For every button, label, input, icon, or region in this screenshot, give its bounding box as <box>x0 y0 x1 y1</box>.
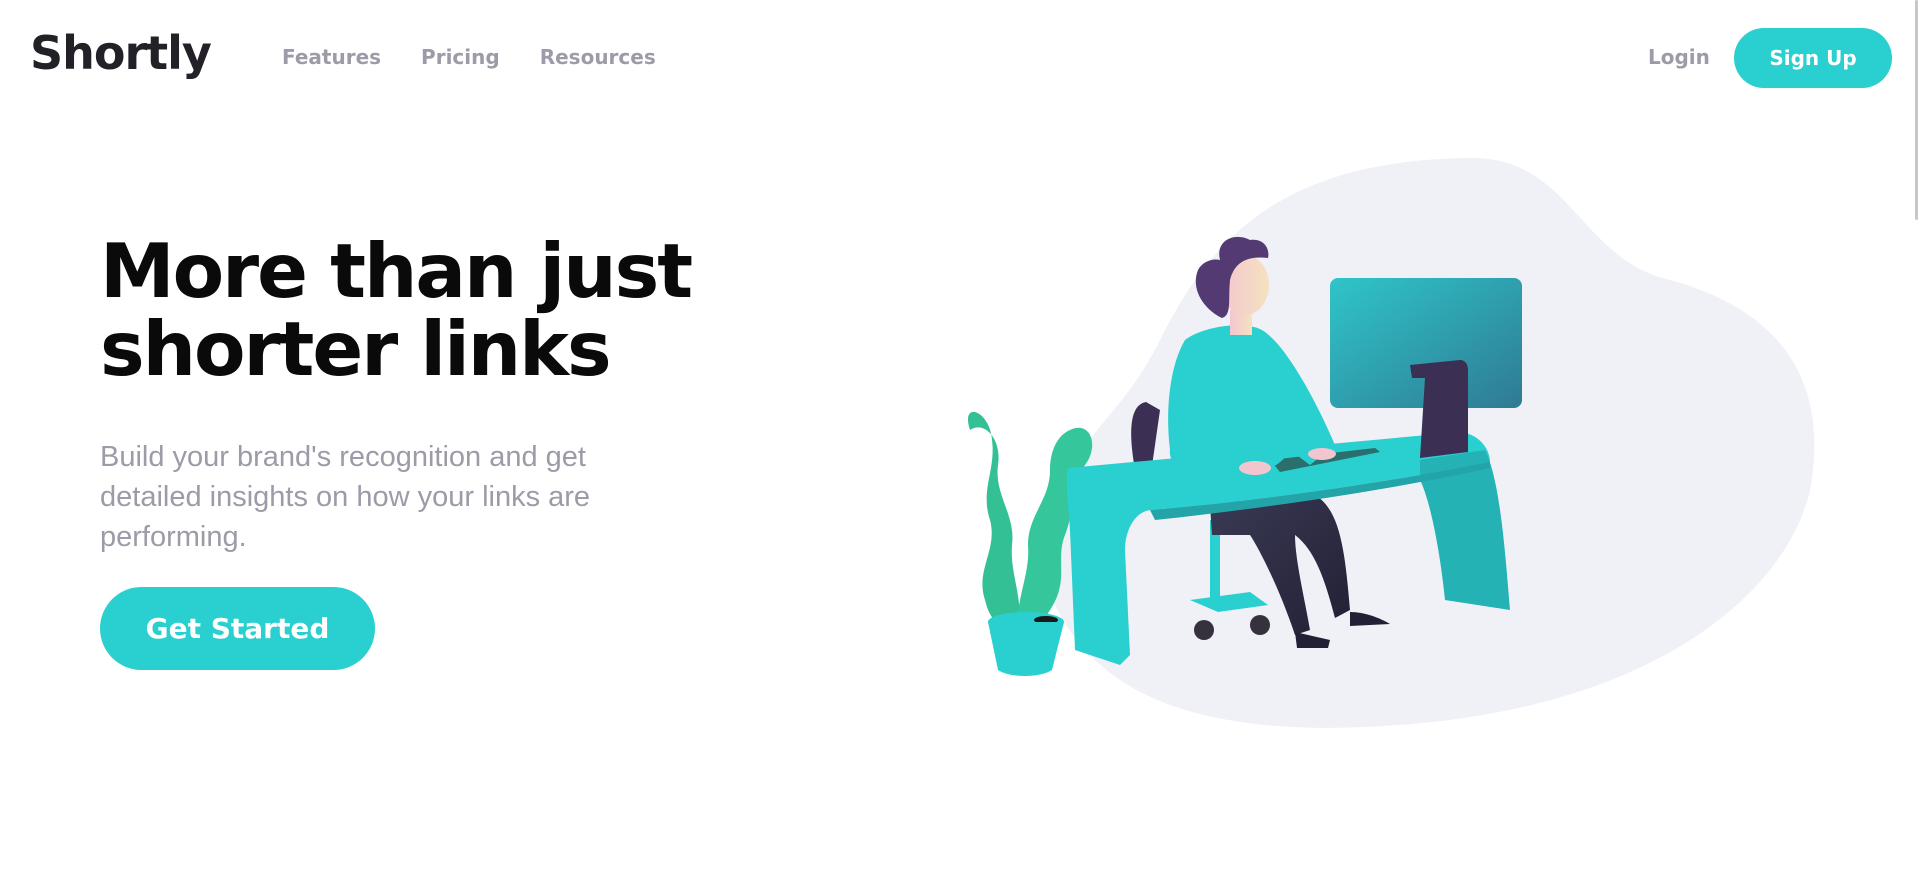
landing-page: Shortly Features Pricing Resources Login… <box>0 0 1920 873</box>
person-hand-left-shape <box>1239 461 1271 475</box>
person-hand-right-shape <box>1308 448 1336 460</box>
nav-link-resources[interactable]: Resources <box>540 45 656 69</box>
main-nav: Features Pricing Resources <box>282 45 656 69</box>
chair-wheel-left-shape <box>1194 620 1214 640</box>
signup-button[interactable]: Sign Up <box>1734 28 1892 88</box>
page-scrollbar[interactable] <box>1915 0 1918 220</box>
plant-leaf-left-shape <box>967 411 1020 626</box>
chair-wheel-right-shape <box>1250 615 1270 635</box>
plant-pot-body-shape <box>988 622 1064 676</box>
nav-link-features[interactable]: Features <box>282 45 381 69</box>
person-working-at-desk-illustration <box>967 157 1815 728</box>
get-started-button[interactable]: Get Started <box>100 587 375 670</box>
hero-title: More than just shorter links <box>100 227 693 393</box>
login-link[interactable]: Login <box>1648 45 1710 69</box>
brand-logo[interactable]: Shortly <box>30 26 212 80</box>
site-header: Shortly Features Pricing Resources Login… <box>0 0 1920 116</box>
nav-link-pricing[interactable]: Pricing <box>421 45 500 69</box>
hero-subtitle: Build your brand's recognition and get d… <box>100 441 591 553</box>
